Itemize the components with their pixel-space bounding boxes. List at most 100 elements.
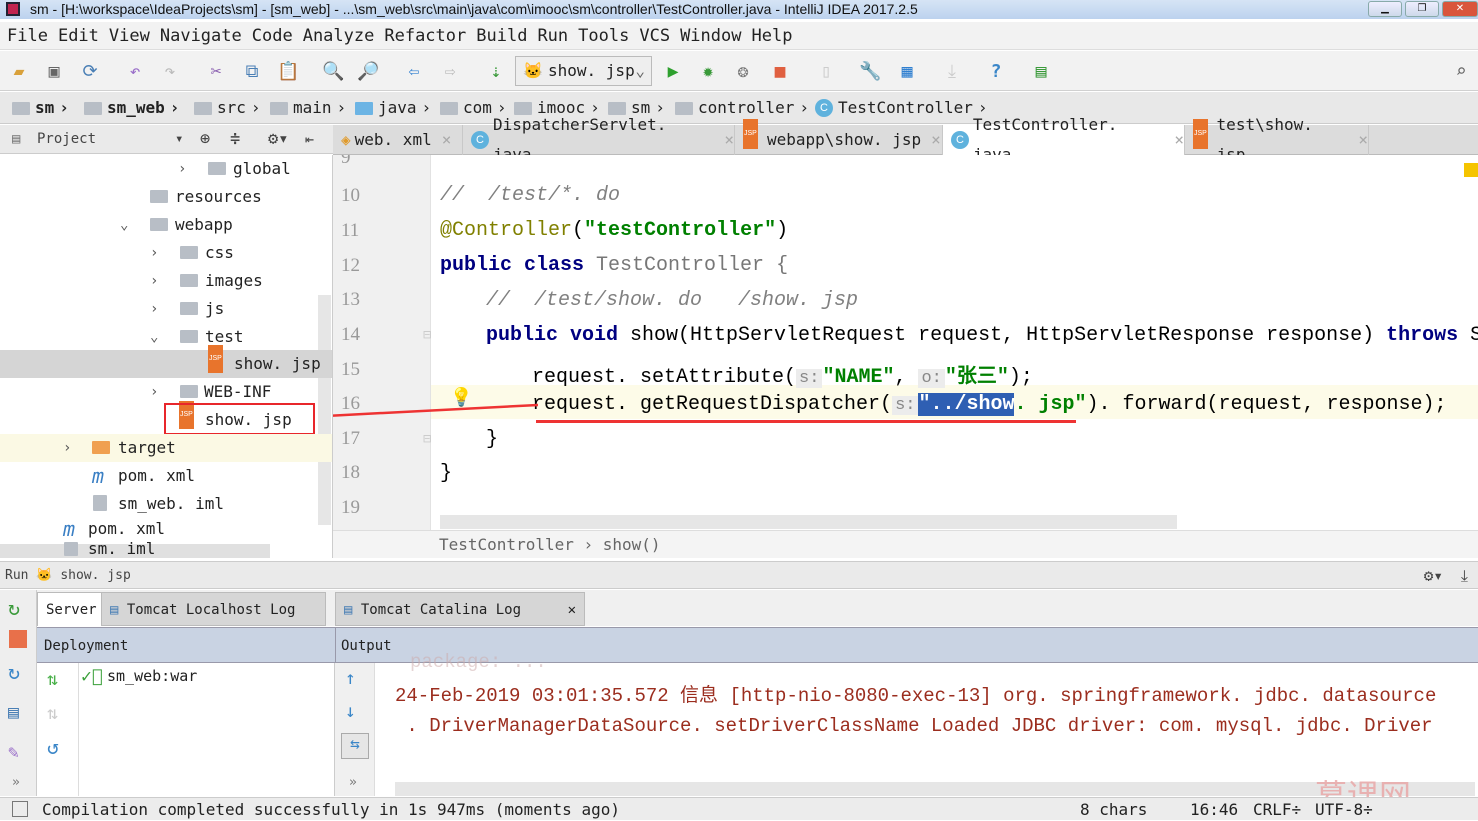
pin-icon[interactable]: ✎ [8, 742, 19, 763]
undeploy-icon[interactable]: ⇅ [47, 703, 58, 724]
tree-item-images[interactable]: › images [0, 267, 318, 295]
stop-icon[interactable] [9, 630, 27, 648]
soft-wrap-icon[interactable]: ⇆ [341, 733, 369, 759]
close-icon[interactable]: × [931, 125, 941, 155]
update-icon[interactable]: ↻ [8, 660, 20, 684]
tree-item-sm-iml[interactable]: sm. iml [0, 540, 318, 558]
tree-item-web-inf[interactable]: › WEB-INF [0, 378, 318, 406]
forward-icon[interactable]: ⇨ [439, 61, 461, 83]
tree-item-test[interactable]: ⌄ test [0, 323, 318, 351]
search-everywhere-icon[interactable]: ⌕ [1450, 61, 1472, 83]
find-icon[interactable]: 🔍 [322, 61, 344, 83]
toolwindow-toggle-icon[interactable] [12, 801, 28, 817]
tree-item-test-show-jsp[interactable]: show. jsp [0, 345, 332, 378]
restore-button[interactable]: ❐ [1405, 1, 1439, 17]
chevron-down-icon[interactable]: ⌄ [120, 211, 128, 239]
help-icon[interactable]: ? [985, 61, 1007, 83]
menu-view[interactable]: View [109, 26, 150, 46]
menu-navigate[interactable]: Navigate [160, 26, 242, 46]
console-output[interactable]: package: ... 24-Feb-2019 03:01:35.572 信息… [375, 651, 1478, 815]
chevron-right-icon[interactable]: › [63, 434, 71, 462]
debug-icon[interactable]: ✹ [697, 61, 719, 83]
menu-build[interactable]: Build [476, 26, 527, 46]
line-separator[interactable]: CRLF÷ [1253, 798, 1301, 821]
chevron-right-icon[interactable]: › [150, 295, 158, 323]
settings-wrench-icon[interactable]: 🔧 [859, 61, 881, 83]
more-icon[interactable]: » [349, 775, 357, 790]
run-icon[interactable]: ▶ [662, 61, 684, 83]
more-icon[interactable]: » [12, 775, 20, 790]
deployment-item[interactable]: sm_web:war [107, 667, 197, 685]
horizontal-scrollbar[interactable] [395, 782, 1475, 796]
hide-panel-icon[interactable]: ⇤ [305, 125, 314, 154]
close-icon[interactable]: × [442, 125, 452, 155]
tree-item-root-pom-xml[interactable]: m pom. xml [0, 518, 318, 540]
open-icon[interactable]: ▰ [8, 61, 30, 83]
device-icon[interactable]: ▯ [815, 61, 837, 83]
database-save-icon[interactable]: ▤ [1030, 61, 1052, 83]
refresh-icon[interactable]: ↺ [47, 735, 59, 759]
paste-icon[interactable]: 📋 [277, 61, 299, 83]
close-icon[interactable]: × [724, 125, 734, 155]
menu-tools[interactable]: Tools [578, 26, 629, 46]
stop-icon[interactable]: ■ [769, 61, 791, 83]
menu-window[interactable]: Window [680, 26, 741, 46]
tree-item-sm-web-iml[interactable]: sm_web. iml [0, 490, 318, 518]
project-structure-icon[interactable]: ▦ [896, 61, 918, 83]
warning-marker[interactable] [1464, 163, 1478, 177]
cut-icon[interactable]: ✂ [205, 61, 227, 83]
close-icon[interactable]: × [1358, 125, 1368, 155]
close-button[interactable]: ✕ [1442, 1, 1478, 17]
tree-item-global[interactable]: › global [0, 155, 318, 183]
fold-icon[interactable]: ⊟ [423, 431, 431, 447]
tab-test-show-jsp[interactable]: test\show. jsp× [1185, 115, 1369, 164]
coverage-icon[interactable]: ❂ [732, 61, 754, 83]
collapse-all-icon[interactable]: ≑ [230, 125, 240, 154]
back-icon[interactable]: ⇦ [403, 61, 425, 83]
layout-icon[interactable]: ▤ [8, 702, 19, 723]
fold-icon[interactable]: ⊟ [423, 327, 431, 343]
menu-refactor[interactable]: Refactor [384, 26, 466, 46]
tree-scrollbar[interactable] [318, 295, 331, 525]
menu-vcs[interactable]: VCS [639, 26, 670, 46]
tree-item-resources[interactable]: resources [0, 183, 318, 211]
crumb-java[interactable]: java › [355, 92, 431, 124]
tree-item-target[interactable]: › target [0, 434, 332, 462]
chevron-right-icon[interactable]: › [150, 378, 158, 406]
project-view-select[interactable]: Project [37, 125, 96, 154]
menu-file[interactable]: File [7, 26, 48, 46]
tab-tomcat-catalina-log[interactable]: ▤ Tomcat Catalina Log ✕ [335, 592, 585, 626]
deploy-icon[interactable]: ⇅ [47, 669, 58, 690]
tab-tomcat-localhost-log[interactable]: ▤ Tomcat Localhost Log ✕ [101, 592, 343, 626]
tree-item-css[interactable]: › css [0, 239, 318, 267]
crumb-sm-web[interactable]: sm_web › [84, 92, 179, 124]
tree-item-js[interactable]: › js [0, 295, 318, 323]
horizontal-scrollbar[interactable] [440, 515, 1177, 529]
copy-icon[interactable]: ⧉ [241, 61, 263, 83]
locate-icon[interactable]: ⊕ [200, 125, 210, 154]
chevron-right-icon[interactable]: › [150, 267, 158, 295]
tab-web-xml[interactable]: ◈ web. xml × [333, 125, 463, 155]
crumb-sm[interactable]: sm › [12, 92, 69, 124]
replace-icon[interactable]: 🔎 [357, 61, 379, 83]
tree-item-pom-xml[interactable]: m pom. xml [0, 462, 318, 490]
arrow-up-icon[interactable]: ↑ [345, 668, 356, 689]
menu-help[interactable]: Help [751, 26, 792, 46]
crumb-main[interactable]: main › [270, 92, 346, 124]
caret-position[interactable]: 16:46 [1190, 798, 1238, 821]
tree-item-webapp[interactable]: ⌄ webapp [0, 211, 318, 239]
tab-testcontroller[interactable]: CTestController. java× [943, 115, 1185, 164]
chevron-right-icon[interactable]: › [178, 155, 186, 183]
download-icon[interactable]: ⤓ [941, 61, 963, 83]
gear-icon[interactable]: ⚙▾ [1424, 562, 1443, 590]
undo-icon[interactable]: ↶ [124, 61, 146, 83]
chevron-down-icon[interactable]: ⌄ [150, 323, 158, 351]
gear-icon[interactable]: ⚙▾ [268, 125, 288, 154]
run-configuration-select[interactable]: 🐱 show. jsp ⌄ [515, 56, 652, 86]
chevron-right-icon[interactable]: › [150, 239, 158, 267]
sync-icon[interactable]: ⟳ [79, 61, 101, 83]
close-icon[interactable]: ✕ [568, 593, 576, 627]
crumb-src[interactable]: src › [194, 92, 261, 124]
menu-edit[interactable]: Edit [58, 26, 99, 46]
tree-item-webapp-show-jsp[interactable]: show. jsp [0, 401, 318, 435]
